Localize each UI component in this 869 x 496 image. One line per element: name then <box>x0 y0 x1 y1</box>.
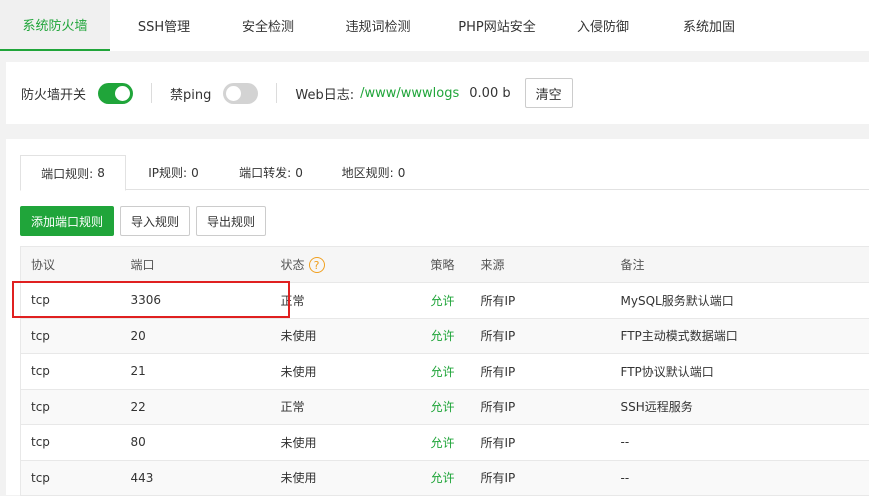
rule-tabs: 端口规则: 8 IP规则: 0 端口转发: 0 地区规则: 0 <box>20 155 869 190</box>
import-rules-button[interactable]: 导入规则 <box>120 206 190 236</box>
tab-label: 端口规则: <box>41 165 93 182</box>
cell-status: 未使用 <box>271 354 421 390</box>
tab-ip-rules[interactable]: IP规则: 0 <box>126 155 221 190</box>
tab-port-forwarding[interactable]: 端口转发: 0 <box>221 155 321 190</box>
cell-source: 所有IP <box>471 389 611 425</box>
header-source: 来源 <box>471 247 611 283</box>
tab-security-check[interactable]: 安全检测 <box>218 0 318 51</box>
tab-count: 0 <box>295 166 303 180</box>
port-rules-table: 协议 端口 状态? 策略 来源 备注 tcp 3306 正常 允许 所有IP M… <box>20 246 869 496</box>
divider <box>276 83 277 103</box>
toggle-knob <box>226 86 241 101</box>
table-row: tcp 21 未使用 允许 所有IP FTP协议默认端口 <box>21 354 869 390</box>
firewall-toggle[interactable] <box>98 83 133 104</box>
cell-note: FTP主动模式数据端口 <box>611 318 869 354</box>
firewall-switch-label: 防火墙开关 <box>21 84 86 103</box>
settings-bar: 防火墙开关 禁ping Web日志: /www/wwwlogs 0.00 b 清… <box>6 62 869 124</box>
cell-port: 22 <box>121 389 271 425</box>
tab-php-site-security[interactable]: PHP网站安全 <box>438 0 556 51</box>
ping-toggle[interactable] <box>223 83 258 104</box>
cell-source: 所有IP <box>471 460 611 496</box>
cell-note: -- <box>611 425 869 461</box>
table-row: tcp 22 正常 允许 所有IP SSH远程服务 <box>21 389 869 425</box>
toggle-knob <box>115 86 130 101</box>
header-status: 状态? <box>271 247 421 283</box>
header-strategy: 策略 <box>421 247 471 283</box>
clear-log-button[interactable]: 清空 <box>525 78 573 108</box>
divider <box>151 83 152 103</box>
tab-system-hardening[interactable]: 系统加固 <box>650 0 768 51</box>
cell-port: 3306 <box>121 283 271 319</box>
cell-protocol: tcp <box>21 354 121 390</box>
table-row: tcp 443 未使用 允许 所有IP -- <box>21 460 869 496</box>
tab-count: 0 <box>191 166 199 180</box>
table-row: tcp 3306 正常 允许 所有IP MySQL服务默认端口 <box>21 283 869 319</box>
tab-region-rules[interactable]: 地区规则: 0 <box>321 155 426 190</box>
cell-note: -- <box>611 460 869 496</box>
tab-count: 8 <box>97 166 105 180</box>
action-buttons: 添加端口规则 导入规则 导出规则 <box>20 206 266 236</box>
disable-ping-label: 禁ping <box>170 84 211 103</box>
cell-protocol: tcp <box>21 283 121 319</box>
header-protocol: 协议 <box>21 247 121 283</box>
help-icon[interactable]: ? <box>309 257 325 273</box>
cell-port: 443 <box>121 460 271 496</box>
table-header-row: 协议 端口 状态? 策略 来源 备注 <box>21 247 869 283</box>
weblog-label: Web日志: <box>295 84 354 103</box>
add-port-rule-button[interactable]: 添加端口规则 <box>20 206 114 236</box>
cell-source: 所有IP <box>471 425 611 461</box>
cell-status: 正常 <box>271 283 421 319</box>
cell-status: 未使用 <box>271 460 421 496</box>
cell-protocol: tcp <box>21 318 121 354</box>
table-row: tcp 80 未使用 允许 所有IP -- <box>21 425 869 461</box>
tab-forbidden-words[interactable]: 违规词检测 <box>318 0 438 51</box>
cell-strategy[interactable]: 允许 <box>421 318 471 354</box>
rules-panel: 端口规则: 8 IP规则: 0 端口转发: 0 地区规则: 0 添加端口规则 导入规则 … <box>6 139 869 495</box>
cell-port: 80 <box>121 425 271 461</box>
cell-protocol: tcp <box>21 460 121 496</box>
tab-ssh-management[interactable]: SSH管理 <box>110 0 218 51</box>
header-port: 端口 <box>121 247 271 283</box>
cell-port: 20 <box>121 318 271 354</box>
cell-note: MySQL服务默认端口 <box>611 283 869 319</box>
cell-protocol: tcp <box>21 425 121 461</box>
cell-note: FTP协议默认端口 <box>611 354 869 390</box>
cell-status: 未使用 <box>271 318 421 354</box>
export-rules-button[interactable]: 导出规则 <box>196 206 266 236</box>
tab-system-firewall[interactable]: 系统防火墙 <box>0 0 110 51</box>
table-row: tcp 20 未使用 允许 所有IP FTP主动模式数据端口 <box>21 318 869 354</box>
cell-status: 正常 <box>271 389 421 425</box>
header-status-label: 状态 <box>281 258 305 272</box>
weblog-size: 0.00 b <box>469 86 510 101</box>
cell-protocol: tcp <box>21 389 121 425</box>
cell-strategy[interactable]: 允许 <box>421 425 471 461</box>
header-note: 备注 <box>611 247 869 283</box>
cell-strategy[interactable]: 允许 <box>421 283 471 319</box>
cell-status: 未使用 <box>271 425 421 461</box>
cell-source: 所有IP <box>471 318 611 354</box>
tab-port-rules[interactable]: 端口规则: 8 <box>20 155 126 191</box>
cell-source: 所有IP <box>471 283 611 319</box>
tab-intrusion-prevention[interactable]: 入侵防御 <box>556 0 650 51</box>
tab-label: IP规则: <box>148 164 187 181</box>
cell-port: 21 <box>121 354 271 390</box>
top-tab-bar: 系统防火墙 SSH管理 安全检测 违规词检测 PHP网站安全 入侵防御 系统加固 <box>0 0 869 51</box>
tab-label: 地区规则: <box>342 164 394 181</box>
tab-label: 端口转发: <box>239 164 291 181</box>
cell-strategy[interactable]: 允许 <box>421 354 471 390</box>
cell-source: 所有IP <box>471 354 611 390</box>
cell-strategy[interactable]: 允许 <box>421 389 471 425</box>
cell-strategy[interactable]: 允许 <box>421 460 471 496</box>
tab-count: 0 <box>398 166 406 180</box>
weblog-path-link[interactable]: /www/wwwlogs <box>360 86 459 101</box>
cell-note: SSH远程服务 <box>611 389 869 425</box>
